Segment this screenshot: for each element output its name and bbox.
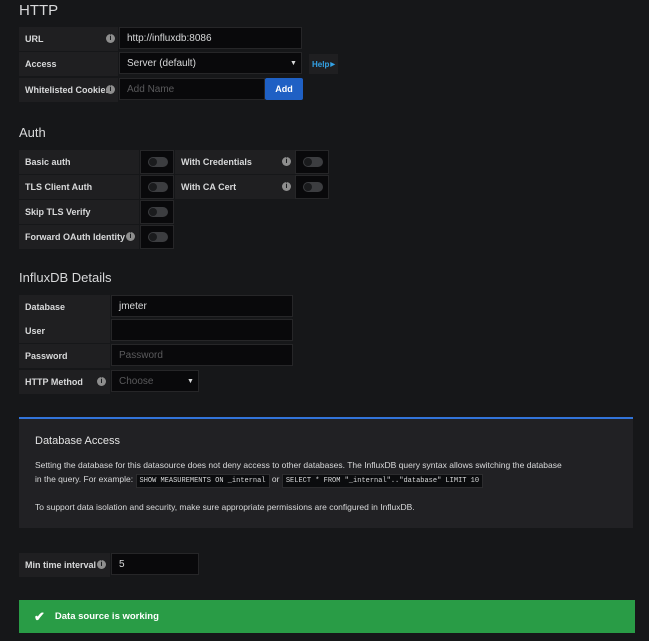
basic-auth-switch-box[interactable] (140, 150, 174, 174)
caret-right-icon: ▶ (330, 61, 335, 68)
http-method-select[interactable]: Choose (111, 370, 199, 392)
info-icon[interactable]: i (282, 157, 291, 166)
password-input[interactable]: Password (111, 344, 293, 366)
tls-client-auth-toggle[interactable] (148, 182, 168, 192)
access-select[interactable]: Server (default) (119, 52, 302, 74)
http-method-placeholder: Choose (119, 375, 154, 387)
caret-down-icon: ▼ (187, 378, 194, 385)
cookies-placeholder: Add Name (127, 83, 175, 95)
info-icon[interactable]: i (106, 85, 115, 94)
influx-heading: InfluxDB Details (19, 270, 112, 285)
url-label-text: URL (25, 34, 44, 44)
forward-oauth-toggle[interactable] (148, 232, 168, 242)
notice-line2: in the query. For example: SHOW MEASUREM… (35, 474, 484, 488)
with-ca-cert-switch-box[interactable] (295, 175, 329, 199)
password-label: Password (19, 344, 110, 368)
database-access-notice: Database Access Setting the database for… (19, 417, 633, 528)
notice-line3: To support data isolation and security, … (35, 502, 415, 512)
notice-line1: Setting the database for this datasource… (35, 460, 562, 470)
min-interval-input[interactable]: 5 (111, 553, 199, 575)
with-credentials-toggle[interactable] (303, 157, 323, 167)
access-label: Access (19, 52, 118, 76)
skip-tls-verify-label: Skip TLS Verify (19, 200, 139, 224)
with-ca-cert-toggle[interactable] (303, 182, 323, 192)
code-example-2: SELECT * FROM "_internal".."database" LI… (281, 474, 484, 488)
tls-client-auth-label: TLS Client Auth (19, 175, 139, 199)
url-input[interactable]: http://influxdb:8086 (119, 27, 302, 49)
tls-client-auth-switch-box[interactable] (140, 175, 174, 199)
http-heading: HTTP (19, 2, 59, 19)
info-icon[interactable]: i (106, 34, 115, 43)
caret-down-icon: ▼ (290, 60, 297, 67)
skip-tls-verify-switch-box[interactable] (140, 200, 174, 224)
access-label-text: Access (25, 59, 57, 69)
cookies-input[interactable]: Add Name (119, 78, 265, 100)
add-cookie-button[interactable]: Add (265, 78, 303, 100)
user-label: User (19, 319, 110, 343)
basic-auth-toggle[interactable] (148, 157, 168, 167)
info-icon[interactable]: i (282, 182, 291, 191)
cookies-label: Whitelisted Cookies (19, 78, 118, 102)
user-input[interactable] (111, 319, 293, 341)
with-ca-cert-label: With CA Cert (175, 175, 295, 199)
help-button[interactable]: Help ▶ (309, 54, 338, 74)
skip-tls-verify-toggle[interactable] (148, 207, 168, 217)
auth-heading: Auth (19, 125, 46, 140)
info-icon[interactable]: i (97, 377, 106, 386)
with-credentials-label: With Credentials (175, 150, 295, 174)
basic-auth-label: Basic auth (19, 150, 139, 174)
database-label: Database (19, 295, 110, 319)
notice-title: Database Access (35, 435, 120, 447)
access-value: Server (default) (127, 57, 196, 69)
forward-oauth-switch-box[interactable] (140, 225, 174, 249)
status-message: Data source is working (54, 611, 159, 622)
url-label: URL (19, 27, 118, 51)
status-banner: ✔ Data source is working (19, 600, 635, 633)
notice-line2-prefix: in the query. For example: (35, 474, 134, 484)
cookies-label-text: Whitelisted Cookies (25, 85, 111, 95)
check-icon: ✔ (34, 608, 45, 624)
help-label: Help (312, 59, 330, 69)
code-example-1: SHOW MEASUREMENTS ON _internal (135, 474, 270, 488)
info-icon[interactable]: i (97, 560, 106, 569)
info-icon[interactable]: i (126, 232, 135, 241)
database-input[interactable]: jmeter (111, 295, 293, 317)
notice-or: or (271, 474, 280, 484)
forward-oauth-label: Forward OAuth Identity (19, 225, 139, 249)
password-placeholder: Password (119, 349, 163, 361)
with-credentials-switch-box[interactable] (295, 150, 329, 174)
